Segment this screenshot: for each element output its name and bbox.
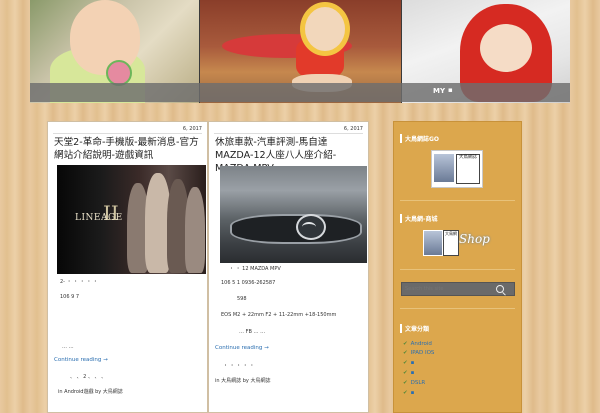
nav-item-my[interactable]: MY xyxy=(433,87,445,95)
post-excerpt-line: 、 、 2 、 、 、 xyxy=(70,374,107,380)
divider xyxy=(400,200,515,201)
search-icon[interactable] xyxy=(496,285,504,293)
post-meta[interactable]: in 大鳥網誌 by 大鳥網誌 xyxy=(215,377,270,384)
category-item[interactable]: ✔ ▪ xyxy=(403,360,414,366)
post-excerpt-line: ・ ・ ・ ・ ・ xyxy=(223,363,255,369)
continue-reading-link[interactable]: Continue reading → xyxy=(54,357,108,363)
shop-badge-link[interactable]: 大鳥網 Shop xyxy=(423,230,490,258)
category-item[interactable]: ✔ ▪ xyxy=(403,390,414,396)
baby-face xyxy=(480,24,532,72)
baby-face xyxy=(70,0,140,75)
post-card: 6, 2017 休旅車款-汽車評測-馬自達MAZDA-12人座八人座介紹-MAZ… xyxy=(208,121,369,413)
badge-photo xyxy=(434,154,454,182)
shop-label: Shop xyxy=(459,232,490,246)
post-title-link[interactable]: 天堂2-革命-手機版-最新消息-官方網站介紹說明-遊戲資訊 xyxy=(54,136,202,162)
site-header: MY ▪ xyxy=(30,0,570,103)
post-date: 6, 2017 xyxy=(182,126,202,132)
check-icon: ✔ xyxy=(403,360,408,366)
category-item[interactable]: ✔ Android xyxy=(403,341,432,347)
category-item[interactable]: ✔ ▪ xyxy=(403,370,414,376)
category-item[interactable]: ✔ IPAD IOS xyxy=(403,350,434,356)
check-icon: ✔ xyxy=(403,341,408,347)
category-label: ▪ xyxy=(410,370,415,376)
divider xyxy=(400,308,515,309)
search-input[interactable] xyxy=(405,283,497,295)
divider xyxy=(53,133,202,134)
nav-bar: MY ▪ xyxy=(30,83,570,102)
check-icon: ✔ xyxy=(403,390,408,396)
post-excerpt-line: … … xyxy=(62,344,74,350)
category-item[interactable]: ✔ DSLR xyxy=(403,380,425,386)
post-excerpt-line: ・ ・ 12 MAZDA MPV xyxy=(229,266,281,272)
badge-stamp: 大鳥網誌 xyxy=(456,154,480,184)
divider xyxy=(214,133,363,134)
post-excerpt-line: … FB … … xyxy=(239,329,266,335)
category-label: ▪ xyxy=(410,360,415,366)
continue-reading-link[interactable]: Continue reading → xyxy=(215,345,269,351)
post-excerpt-line: 2- ・ ・ ・ ・ ・ xyxy=(60,279,98,285)
category-label: ▪ xyxy=(410,390,415,396)
check-icon: ✔ xyxy=(403,370,408,376)
category-label: Android xyxy=(410,341,432,347)
post-excerpt-line: 106 5 1 0936-262587 xyxy=(221,280,276,286)
blog-badge-link[interactable]: 大鳥網誌 xyxy=(431,150,483,188)
post-excerpt-line: 106 9 7 xyxy=(60,294,80,300)
post-thumbnail-mazda[interactable] xyxy=(220,166,367,263)
thumbnail-logo: LINEAGE xyxy=(75,213,123,223)
post-meta[interactable]: in Android遊戲 by 大鳥網誌 xyxy=(58,388,123,395)
mazda-logo-wing xyxy=(302,222,316,232)
post-date: 6, 2017 xyxy=(343,126,363,132)
post-excerpt-line: EOS M2 + 22mm F2 + 11-22mm +18-150mm xyxy=(221,312,337,318)
baby-face xyxy=(300,2,350,56)
post-excerpt-line: 598 xyxy=(237,296,247,302)
badge-photo xyxy=(423,230,443,256)
check-icon: ✔ xyxy=(403,350,408,356)
widget-title: 大鳥網-商城 xyxy=(400,214,438,223)
sidebar: 大鳥網誌GO 大鳥網誌 大鳥網-商城 大鳥網 Shop 文章分類 ✔Androi… xyxy=(393,121,522,413)
widget-title: 文章分類 xyxy=(400,324,429,333)
check-icon: ✔ xyxy=(403,380,408,386)
nav-item-more[interactable]: ▪ xyxy=(448,86,453,94)
post-thumbnail-lineage[interactable]: II LINEAGE xyxy=(57,165,206,274)
category-label: IPAD IOS xyxy=(410,350,435,356)
search-box xyxy=(401,282,515,296)
post-card: 6, 2017 天堂2-革命-手機版-最新消息-官方網站介紹說明-遊戲資訊 II… xyxy=(47,121,208,413)
divider xyxy=(400,269,515,270)
category-label: DSLR xyxy=(410,380,426,386)
character-figure xyxy=(185,187,205,273)
widget-title: 大鳥網誌GO xyxy=(400,134,439,143)
badge-stamp: 大鳥網 xyxy=(443,230,459,256)
